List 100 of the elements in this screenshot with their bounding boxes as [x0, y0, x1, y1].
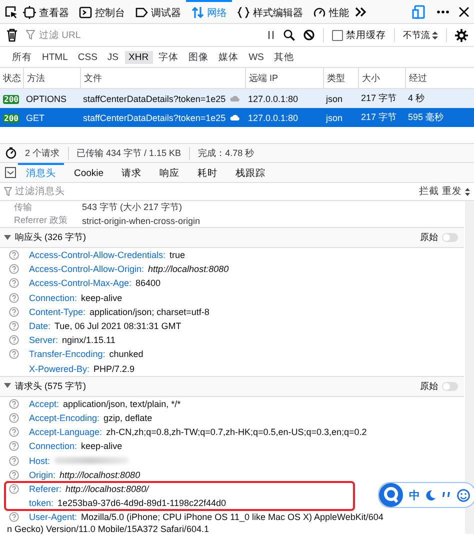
- type-filter-button[interactable]: 图像: [184, 50, 213, 64]
- trash-icon[interactable]: [6, 28, 18, 42]
- help-icon[interactable]: [9, 470, 19, 480]
- gauge-icon: [313, 6, 326, 19]
- detail-tab[interactable]: 栈跟踪: [228, 163, 274, 182]
- action-button[interactable]: 拦截: [419, 185, 439, 198]
- request-row[interactable]: 200 OPTIONS staffCenterDataDetails?token=1e25 127.0.0.1:80 json 217 字节 4 秒: [0, 89, 474, 108]
- help-icon[interactable]: [9, 412, 19, 423]
- tool-tab[interactable]: 查看器: [18, 0, 74, 23]
- ime-mode-button[interactable]: 中: [409, 488, 420, 502]
- raw-toggle[interactable]: [442, 382, 458, 391]
- tool-tab[interactable]: 样式编辑器: [232, 0, 308, 23]
- header-name: Transfer-Encoding:: [29, 349, 106, 360]
- tool-tab[interactable]: 性能: [308, 0, 354, 23]
- scrollbar[interactable]: [465, 201, 474, 534]
- element-picker-icon[interactable]: [4, 4, 18, 18]
- column-header[interactable]: 状态: [0, 68, 23, 88]
- help-icon[interactable]: [9, 321, 19, 332]
- table-cell: 595 毫秒: [408, 111, 444, 124]
- block-icon[interactable]: [303, 29, 315, 41]
- quote-icon[interactable]: [442, 492, 451, 498]
- header-name: Referer:: [29, 484, 62, 494]
- help-icon[interactable]: [9, 512, 19, 522]
- help-icon[interactable]: [9, 292, 19, 303]
- type-filter-button[interactable]: JS: [103, 50, 123, 64]
- sidebar-toggle-icon[interactable]: [5, 167, 16, 178]
- moon-icon[interactable]: [426, 490, 436, 500]
- type-filter-button[interactable]: WS: [244, 50, 268, 64]
- cloud-icon: [230, 95, 240, 102]
- help-icon[interactable]: [9, 484, 19, 494]
- search-icon[interactable]: [283, 29, 295, 41]
- help-icon[interactable]: [9, 335, 19, 346]
- column-header[interactable]: 远端 IP: [245, 68, 323, 88]
- table-cell: 217 字节: [361, 111, 397, 124]
- method-text: OPTIONS: [26, 94, 67, 104]
- type-filter-button[interactable]: XHR: [124, 50, 153, 64]
- status-badge: 200: [3, 114, 20, 122]
- column-header[interactable]: 方法: [23, 68, 80, 88]
- smiley-icon[interactable]: [457, 488, 470, 502]
- gear-icon[interactable]: [455, 28, 468, 42]
- section-header[interactable]: 响应头 (326 字节): [15, 231, 86, 244]
- stopwatch-icon: [5, 147, 17, 159]
- type-filter-button[interactable]: 其他: [270, 50, 298, 64]
- help-icon[interactable]: [9, 427, 19, 438]
- header-value: http://localhost:8080/: [66, 484, 149, 494]
- column-header[interactable]: 类型: [323, 68, 358, 88]
- summary-value: 543 字节 (大小 217 字节): [82, 201, 184, 214]
- header-name: Accept-Language:: [29, 427, 102, 438]
- header-name: User-Agent:: [29, 512, 78, 522]
- help-icon[interactable]: [9, 456, 19, 466]
- status-text: 2 个请求: [17, 146, 69, 160]
- help-icon[interactable]: [9, 250, 19, 260]
- detail-tab[interactable]: Cookie: [66, 163, 112, 182]
- column-header[interactable]: 文件: [80, 68, 245, 88]
- throttle-select[interactable]: 不节流: [403, 28, 438, 42]
- tool-tab[interactable]: 调试器: [130, 0, 186, 23]
- column-header[interactable]: 经过: [405, 68, 474, 88]
- help-icon[interactable]: [9, 398, 19, 409]
- type-filter-button[interactable]: 媒体: [214, 50, 243, 64]
- help-icon[interactable]: [9, 278, 19, 288]
- table-cell: 127.0.0.1:80: [248, 94, 298, 104]
- section-header[interactable]: 请求头 (575 字节): [15, 380, 86, 393]
- header-name: Origin:: [29, 470, 56, 480]
- header-value: application/json, text/plain, */*: [63, 398, 181, 409]
- close-icon[interactable]: [458, 6, 470, 18]
- header-value: n Gecko) Version/11.0 Mobile/15A372 Safari/604.1: [7, 524, 209, 534]
- help-icon[interactable]: [9, 264, 19, 274]
- type-filter-button[interactable]: CSS: [74, 50, 102, 64]
- help-icon[interactable]: [9, 349, 19, 360]
- pause-icon[interactable]: [267, 30, 275, 40]
- filter-headers-field[interactable]: 过滤消息头: [15, 185, 65, 198]
- raw-toggle[interactable]: [442, 233, 458, 242]
- header-name: Connection:: [29, 441, 78, 452]
- help-icon[interactable]: [9, 306, 19, 317]
- type-filter-button[interactable]: HTML: [38, 50, 72, 64]
- header-name: Server:: [29, 335, 58, 346]
- detail-tab[interactable]: 响应: [152, 163, 188, 182]
- detail-tab[interactable]: 请求: [114, 163, 150, 182]
- tool-tab[interactable]: 控制台: [74, 0, 130, 23]
- checkbox[interactable]: [332, 30, 343, 40]
- header-value: gzip, deflate: [104, 412, 152, 423]
- chevrons-icon[interactable]: [354, 6, 368, 18]
- detail-tab[interactable]: 耗时: [190, 163, 226, 182]
- header-name: Access-Control-Max-Age:: [29, 278, 132, 288]
- help-icon[interactable]: [9, 441, 19, 452]
- detail-tab[interactable]: 消息头: [18, 163, 64, 182]
- request-row[interactable]: 200 GET staffCenterDataDetails?token=1e25 127.0.0.1:80 json 217 字节 595 毫秒: [0, 108, 474, 127]
- column-header[interactable]: 大小: [358, 68, 405, 88]
- header-value: nginx/1.15.11: [62, 335, 116, 346]
- header-name: Date:: [29, 321, 51, 332]
- table-cell: 4 秒: [408, 92, 425, 105]
- expand-arrow-icon[interactable]: [4, 234, 11, 240]
- action-button[interactable]: 重发: [442, 185, 462, 198]
- type-filter-button[interactable]: 字体: [154, 50, 183, 64]
- type-filter-button[interactable]: 所有: [8, 50, 36, 64]
- filter-url-field[interactable]: 过滤 URL: [26, 26, 259, 44]
- summary-label: 传输: [14, 201, 33, 214]
- ime-logo-icon[interactable]: [379, 483, 403, 507]
- responsive-icon[interactable]: [412, 4, 426, 18]
- expand-arrow-icon[interactable]: [4, 383, 11, 390]
